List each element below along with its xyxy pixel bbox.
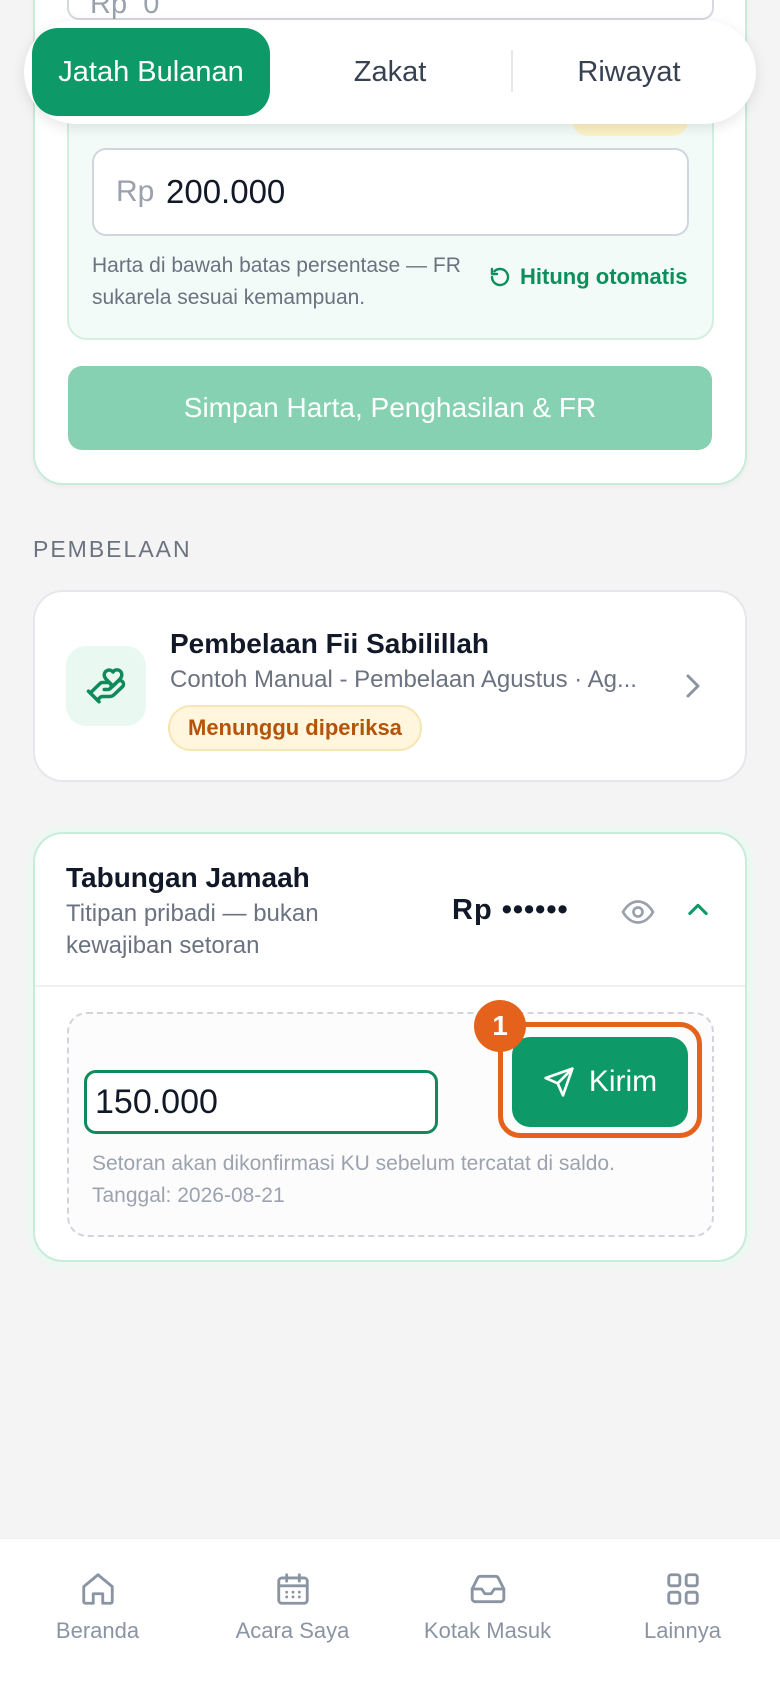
nav-kotak-masuk[interactable]: Kotak Masuk [390, 1570, 585, 1670]
auto-calc-label: Hitung otomatis [520, 264, 688, 289]
calendar-icon [276, 1573, 309, 1605]
save-harta-button[interactable]: Simpan Harta, Penghasilan & FR [68, 366, 712, 450]
deposit-note-line2: Tanggal: 2026-08-21 [92, 1184, 285, 1207]
refresh-icon [490, 267, 510, 287]
tab-label: Riwayat [577, 55, 681, 88]
nav-lainnya[interactable]: Lainnya [585, 1570, 780, 1670]
tabungan-title: Tabungan Jamaah [66, 862, 310, 893]
pembelaan-title: Pembelaan Fii Sabilillah [170, 628, 489, 659]
nav-label: Kotak Masuk [423, 1618, 552, 1643]
pembelaan-subtitle: Contoh Manual - Pembelaan Agustus · Ag..… [170, 666, 637, 693]
tab-divider [511, 50, 513, 92]
status-badge: Menunggu diperiksa [168, 705, 422, 751]
deposit-note-line1: Setoran akan dikonfirmasi KU sebelum ter… [92, 1152, 615, 1175]
fr-currency-prefix: Rp [116, 175, 155, 208]
status-badge-label: Menunggu diperiksa [188, 715, 402, 740]
step-marker: 1 [474, 1000, 526, 1052]
section-heading-pembelaan: PEMBELAAN [33, 536, 192, 562]
chevron-right-icon[interactable] [682, 670, 704, 702]
hand-heart-icon [86, 668, 126, 704]
nav-acara-saya[interactable]: Acara Saya [195, 1570, 390, 1670]
tab-label: Zakat [353, 55, 427, 88]
save-harta-label: Simpan Harta, Penghasilan & FR [183, 392, 597, 423]
tab-jatah-bulanan[interactable]: Jatah Bulanan [32, 28, 270, 116]
fr-amount-value: 200.000 [166, 173, 286, 210]
nav-beranda[interactable]: Beranda [0, 1570, 195, 1670]
grid-icon [666, 1573, 699, 1605]
divider [35, 985, 745, 987]
inbox-icon [470, 1574, 505, 1604]
nav-label: Lainnya [643, 1618, 722, 1643]
tab-label: Jatah Bulanan [58, 55, 244, 88]
chevron-up-icon[interactable] [684, 896, 712, 924]
deposit-amount-input[interactable]: 150.000 [84, 1070, 438, 1134]
tabungan-subtitle: Titipan pribadi — bukan kewajiban setora… [66, 900, 319, 959]
deposit-amount-value: 150.000 [95, 1082, 218, 1121]
tab-riwayat[interactable]: Riwayat [520, 28, 738, 116]
nav-label: Acara Saya [235, 1618, 350, 1643]
send-icon [544, 1067, 574, 1097]
tab-zakat[interactable]: Zakat [290, 28, 490, 116]
fr-help-text: Harta di bawah batas persentase — FR suk… [92, 254, 461, 309]
home-icon [81, 1573, 114, 1605]
nav-label: Beranda [55, 1618, 140, 1643]
deposit-note: Setoran akan dikonfirmasi KU sebelum ter… [92, 1148, 702, 1212]
eye-icon[interactable] [620, 894, 656, 930]
send-button[interactable]: Kirim [512, 1037, 688, 1127]
auto-calc-button[interactable]: Hitung otomatis [488, 264, 687, 290]
partial-amount-text: Rp 0 [90, 0, 160, 20]
tabungan-balance: Rp •••••• [452, 894, 569, 926]
send-button-label: Kirim [588, 1065, 658, 1098]
pembelaan-icon-wrap [66, 646, 146, 726]
partial-amount-field[interactable] [67, 0, 714, 20]
